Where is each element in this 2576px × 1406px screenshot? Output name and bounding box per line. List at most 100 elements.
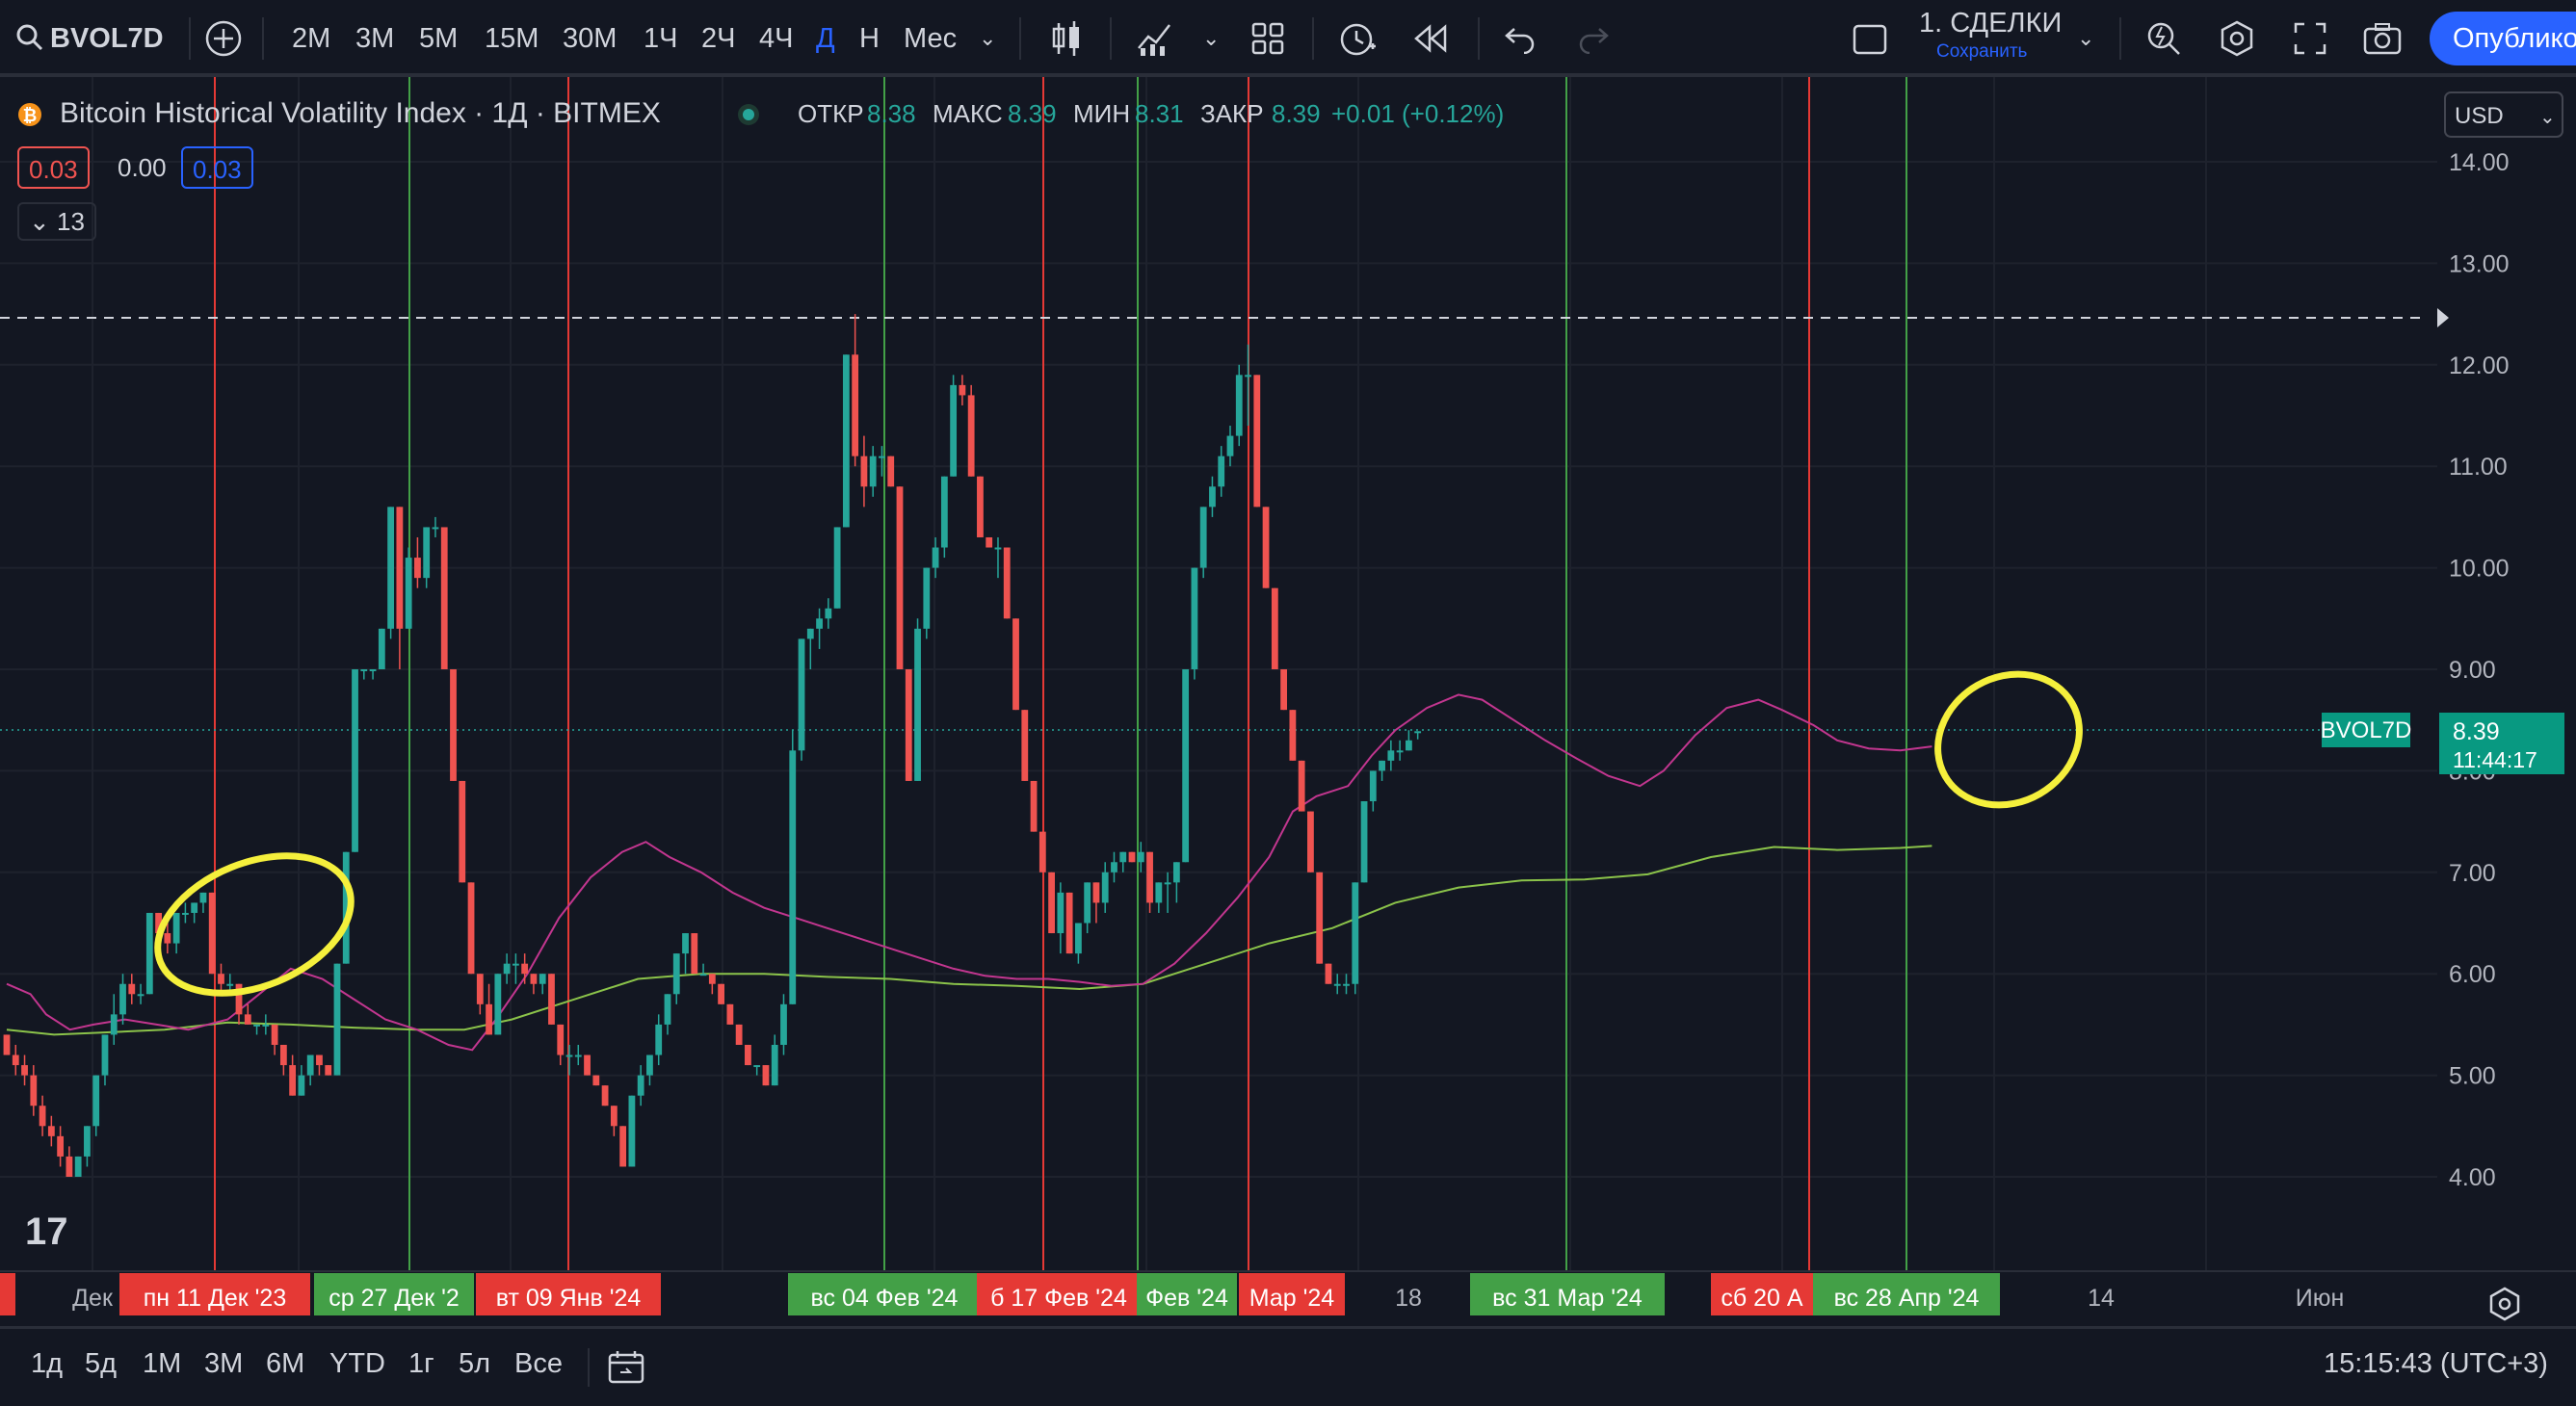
candle-body	[539, 974, 546, 984]
candle-body	[771, 1044, 778, 1086]
time-marker-red: сб 20 А	[1721, 1285, 1803, 1312]
candle-body	[967, 395, 975, 477]
candle-body	[405, 558, 412, 629]
candle-body	[1262, 507, 1270, 588]
candle-body	[682, 933, 689, 954]
interval-30m[interactable]: 30М	[563, 13, 617, 64]
interval-month[interactable]: Мес	[904, 13, 957, 64]
candle-body	[1075, 923, 1082, 954]
range-5d[interactable]: 5д	[85, 1348, 117, 1380]
candle-body	[279, 1044, 287, 1066]
range-all[interactable]: Все	[514, 1348, 563, 1380]
search-icon[interactable]	[15, 23, 44, 52]
interval-3m[interactable]: 3М	[355, 13, 394, 64]
candle-body	[1199, 507, 1207, 568]
tradingview-logo[interactable]: 17	[25, 1211, 68, 1253]
fullscreen-icon[interactable]	[2293, 21, 2327, 56]
price-tick-label: 9.00	[2449, 657, 2496, 684]
candle-body	[860, 456, 868, 487]
camera-icon[interactable]	[2362, 21, 2403, 56]
buy-button[interactable]: 0.03	[181, 146, 253, 189]
publish-button[interactable]: Опублико	[2430, 12, 2576, 65]
symbol-search-button[interactable]: BVOL7D	[50, 13, 164, 64]
candle-body	[325, 1065, 332, 1076]
candle-body	[145, 912, 153, 995]
candle-body	[869, 456, 877, 487]
redo-icon[interactable]	[1576, 23, 1611, 54]
high-label: МАКС	[933, 99, 1003, 128]
candle-body	[557, 1024, 565, 1055]
price-chart[interactable]: 14.0013.0012.0011.0010.009.008.007.006.0…	[0, 77, 2576, 1326]
range-6m[interactable]: 6М	[266, 1348, 304, 1380]
settings-icon[interactable]	[2218, 19, 2256, 58]
range-3m[interactable]: 3М	[204, 1348, 243, 1380]
candle-body	[789, 750, 797, 1004]
replay-icon[interactable]	[1412, 23, 1451, 54]
interval-4h[interactable]: 4Ч	[759, 13, 793, 64]
candle-body	[208, 892, 216, 975]
candle-body	[1316, 872, 1324, 964]
candle-body	[1172, 862, 1180, 883]
candle-body	[565, 1054, 573, 1057]
candle-body	[316, 1054, 323, 1066]
candle-body	[637, 1075, 644, 1096]
candle-body	[253, 1024, 260, 1027]
interval-5m[interactable]: 5М	[419, 13, 458, 64]
interval-week[interactable]: Н	[859, 13, 880, 64]
layout-grid-icon[interactable]	[1250, 21, 1285, 56]
chevron-down-icon[interactable]: ⌄	[2077, 13, 2094, 64]
close-label: ЗАКР	[1200, 99, 1264, 128]
interval-day[interactable]: Д	[816, 13, 835, 64]
bottom-toolbar: 1д 5д 1М 3М 6М YTD 1г 5л Все 15:15:43 (U…	[0, 1326, 2576, 1406]
chevron-down-icon[interactable]: ⌄	[979, 13, 996, 64]
layout-checkbox-icon[interactable]	[1852, 21, 1888, 58]
add-symbol-icon[interactable]	[204, 19, 243, 58]
candle-body	[1369, 770, 1377, 802]
candles-icon[interactable]	[1050, 19, 1083, 58]
interval-2h[interactable]: 2Ч	[701, 13, 735, 64]
indicators-toggle[interactable]: ⌄ 13	[17, 202, 96, 241]
candle-body	[369, 669, 377, 671]
candle-body	[530, 974, 538, 984]
range-5y[interactable]: 5л	[459, 1348, 490, 1380]
calendar-range-icon[interactable]	[607, 1348, 647, 1387]
interval-15m[interactable]: 15М	[485, 13, 539, 64]
candle-body	[806, 628, 814, 639]
clock[interactable]: 15:15:43 (UTC+3)	[2324, 1348, 2548, 1380]
candle-body	[396, 507, 404, 629]
candle-body	[905, 669, 912, 781]
range-ytd[interactable]: YTD	[329, 1348, 385, 1380]
range-1m[interactable]: 1М	[143, 1348, 181, 1380]
candle-body	[110, 1014, 118, 1035]
indicators-icon[interactable]	[1137, 19, 1177, 58]
chevron-down-icon[interactable]: ⌄	[1202, 13, 1220, 64]
candle-body	[1119, 851, 1127, 863]
candle-body	[47, 1126, 55, 1136]
quick-search-icon[interactable]	[2144, 19, 2183, 58]
price-tick-label: 14.00	[2449, 149, 2510, 176]
interval-2m[interactable]: 2М	[292, 13, 330, 64]
range-1y[interactable]: 1г	[408, 1348, 434, 1380]
layout-save-label[interactable]: Сохранить	[1936, 40, 2027, 64]
low-label: МИН	[1073, 99, 1131, 128]
range-1d[interactable]: 1д	[31, 1348, 63, 1380]
candle-body	[887, 456, 895, 487]
candle-body	[476, 974, 484, 1004]
candle-body	[164, 933, 171, 944]
candle-body	[718, 983, 724, 1004]
candle-body	[289, 1065, 297, 1096]
undo-icon[interactable]	[1503, 23, 1538, 54]
alert-clock-icon[interactable]	[1337, 19, 1378, 58]
candle-body	[1325, 963, 1332, 984]
candle-body	[584, 1054, 591, 1076]
sell-button[interactable]: 0.03	[17, 146, 90, 189]
price-tick-label: 13.00	[2449, 250, 2510, 277]
time-axis: Дек пн 11 Дек '23 ср 27 Дек '2 вт 09 Янв '2…	[0, 1273, 2344, 1315]
interval-1h[interactable]: 1Ч	[644, 13, 677, 64]
candle-body	[548, 974, 555, 1025]
symbol-title[interactable]: Bitcoin Historical Volatility Index · 1Д…	[60, 94, 661, 133]
time-marker-green: Фев '24	[1145, 1285, 1228, 1312]
candle-body	[92, 1075, 100, 1127]
candle-body	[1414, 731, 1422, 734]
layout-name[interactable]: 1. СДЕЛКИ	[1919, 6, 2062, 40]
